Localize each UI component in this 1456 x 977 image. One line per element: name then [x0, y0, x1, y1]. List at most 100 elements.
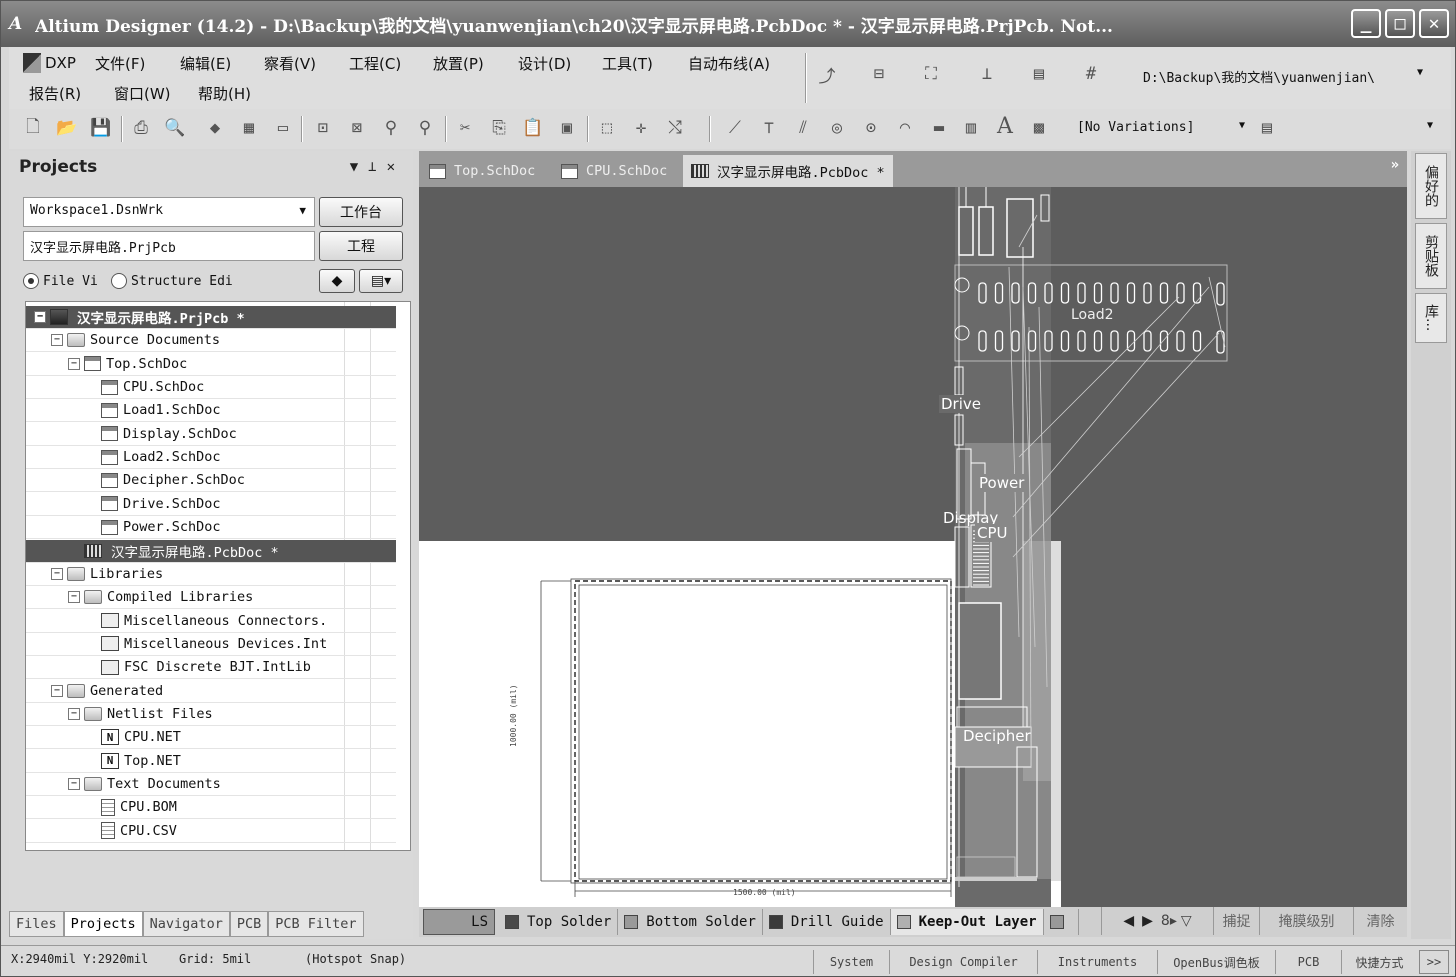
- tree-item[interactable]: − Compiled Libraries: [26, 586, 396, 610]
- menu-edit[interactable]: 编辑(E): [180, 53, 231, 74]
- dxp-menu[interactable]: DXP: [23, 53, 76, 73]
- layer-tab[interactable]: LS: [423, 909, 495, 935]
- close-button[interactable]: ✕: [1419, 9, 1449, 38]
- pcb-canvas[interactable]: Load2 Drive Power Display CPU Decipher 1…: [419, 187, 1407, 907]
- panel-menu-icon[interactable]: ▼: [350, 159, 368, 175]
- collapse-icon[interactable]: −: [68, 591, 80, 604]
- menu-file[interactable]: 文件(F): [95, 53, 145, 74]
- snap-button[interactable]: 捕捉: [1213, 907, 1259, 935]
- deselect-icon[interactable]: ⤭: [663, 117, 687, 139]
- menu-design[interactable]: 设计(D): [518, 53, 571, 74]
- status-button-design-compiler[interactable]: Design Compiler: [889, 950, 1037, 974]
- layer-set-icon[interactable]: 8▸: [1161, 913, 1177, 929]
- status-button-openbus[interactable]: OpenBus调色板: [1157, 950, 1275, 974]
- copy-icon[interactable]: ⎘: [487, 117, 511, 139]
- menu-reports[interactable]: 报告(R): [29, 83, 81, 104]
- zoom-fit-icon[interactable]: ⊡: [311, 117, 335, 139]
- route-icon[interactable]: ⟋: [723, 117, 747, 139]
- string-icon[interactable]: A: [993, 114, 1017, 139]
- filter-icon[interactable]: ▽: [1181, 913, 1192, 929]
- variants-icon[interactable]: ▤: [1255, 117, 1279, 139]
- room-icon[interactable]: ▤: [1027, 63, 1051, 85]
- tree-item[interactable]: CPU.CSV: [26, 820, 396, 843]
- variations-combo[interactable]: [No Variations] ▼: [1071, 116, 1249, 142]
- collapse-icon[interactable]: −: [68, 357, 80, 370]
- maximize-button[interactable]: □: [1385, 9, 1415, 38]
- component-label-decipher[interactable]: Decipher: [963, 727, 1031, 745]
- print-icon[interactable]: ⎙: [129, 117, 153, 139]
- file-view-radio[interactable]: File Vi: [23, 273, 98, 289]
- tree-item[interactable]: Display.SchDoc: [26, 423, 396, 446]
- menu-project[interactable]: 工程(C): [349, 53, 401, 74]
- collapse-icon[interactable]: −: [34, 311, 46, 323]
- tree-item[interactable]: N CPU.NET: [26, 726, 396, 750]
- component-label-load2[interactable]: Load2: [1071, 307, 1114, 323]
- menu-help[interactable]: 帮助(H): [198, 83, 251, 104]
- menu-window[interactable]: 窗口(W): [114, 83, 171, 104]
- tree-item[interactable]: FSC Discrete BJT.IntLib: [26, 656, 396, 680]
- tree-item[interactable]: 汉字显示屏电路.PcbDoc *: [26, 539, 396, 563]
- structure-editor-radio[interactable]: Structure Edi: [111, 273, 233, 289]
- mask-level-button[interactable]: 掩膜级别: [1259, 907, 1353, 935]
- tree-item[interactable]: − 汉字显示屏电路.PrjPcb *: [26, 306, 396, 329]
- sheet-icon[interactable]: ▭: [271, 117, 295, 139]
- zoom-selected-icon[interactable]: ⚲: [379, 117, 403, 139]
- status-button-system[interactable]: System: [813, 950, 889, 974]
- component-label-drive[interactable]: Drive: [939, 395, 983, 413]
- tree-item[interactable]: N Top.NET: [26, 750, 396, 773]
- save-icon[interactable]: 💾: [89, 117, 113, 139]
- collapse-icon[interactable]: −: [51, 334, 63, 347]
- multi-route-icon[interactable]: ⫽: [791, 117, 815, 139]
- menu-autoroute[interactable]: 自动布线(A): [688, 53, 770, 74]
- project-field[interactable]: 汉字显示屏电路.PrjPcb: [23, 231, 315, 261]
- menu-tools[interactable]: 工具(T): [602, 53, 653, 74]
- layer-tab[interactable]: Top Solder: [499, 909, 619, 935]
- zoom-filter-icon[interactable]: ⚲: [413, 117, 437, 139]
- tree-item[interactable]: − Netlist Files: [26, 703, 396, 726]
- layer-tab[interactable]: Bottom Solder: [618, 909, 763, 935]
- collapse-icon[interactable]: −: [51, 567, 63, 580]
- tree-item[interactable]: Decipher.SchDoc: [26, 469, 396, 493]
- fill-icon[interactable]: ▬: [927, 117, 951, 139]
- panel-tab-pcb[interactable]: PCB: [229, 911, 269, 937]
- rubber-stamp-icon[interactable]: ▣: [555, 117, 579, 139]
- layer-tab[interactable]: Keep-Out Layer: [890, 909, 1044, 935]
- workspace-button[interactable]: 工作台: [319, 197, 403, 227]
- tree-item[interactable]: − Source Documents: [26, 329, 396, 353]
- panel-tab-files[interactable]: Files: [9, 911, 64, 937]
- menu-place[interactable]: 放置(P): [433, 53, 484, 74]
- tab-cpu-schdoc[interactable]: CPU.SchDoc: [561, 155, 667, 187]
- select-area-icon[interactable]: ⬚: [595, 117, 619, 139]
- panel-tab-pcb-filter[interactable]: PCB Filter: [268, 911, 364, 937]
- scroll-right-icon[interactable]: ▶: [1142, 913, 1153, 929]
- minimize-button[interactable]: _: [1351, 9, 1381, 38]
- panel-clipboard[interactable]: 剪贴板: [1415, 223, 1447, 289]
- collapse-icon[interactable]: −: [68, 778, 80, 790]
- tree-item[interactable]: Miscellaneous Devices.Int: [26, 633, 396, 656]
- tree-item[interactable]: Load2.SchDoc: [26, 446, 396, 470]
- move-icon[interactable]: ✛: [629, 117, 653, 139]
- project-button[interactable]: 工程: [319, 231, 403, 261]
- component-label-power[interactable]: Power: [977, 474, 1027, 492]
- align-icon[interactable]: ⊟: [867, 63, 891, 85]
- path-combo[interactable]: D:\Backup\我的文档\yuanwenjian\ ▼: [1137, 63, 1427, 89]
- tree-item[interactable]: − Top.SchDoc: [26, 353, 396, 376]
- tabs-overflow-icon[interactable]: »: [1391, 157, 1399, 173]
- workspace-combo[interactable]: Workspace1.DsnWrk ▼: [23, 197, 315, 227]
- status-button-shortcuts[interactable]: 快捷方式: [1341, 950, 1417, 974]
- tree-item[interactable]: Miscellaneous Connectors.: [26, 610, 396, 633]
- tab-top-schdoc[interactable]: Top.SchDoc: [429, 155, 535, 187]
- component-icon[interactable]: ▩: [1027, 117, 1051, 139]
- paste-icon[interactable]: 📋: [521, 117, 545, 139]
- clear-button[interactable]: 清除: [1353, 907, 1407, 935]
- arc-icon[interactable]: ◠: [893, 117, 917, 139]
- tab-pcbdoc[interactable]: 汉字显示屏电路.PcbDoc *: [683, 155, 893, 187]
- component-label-cpu[interactable]: CPU: [975, 524, 1010, 542]
- panel-tab-navigator[interactable]: Navigator: [142, 911, 230, 937]
- dimension-icon[interactable]: ⊥: [975, 63, 999, 85]
- open-file-icon[interactable]: 📂: [55, 117, 79, 139]
- zoom-area-icon[interactable]: ⊠: [345, 117, 369, 139]
- panel-favorites[interactable]: 偏好的: [1415, 153, 1447, 219]
- tree-item[interactable]: − Text Documents: [26, 773, 396, 796]
- find-similar-icon[interactable]: ⛶: [919, 63, 943, 85]
